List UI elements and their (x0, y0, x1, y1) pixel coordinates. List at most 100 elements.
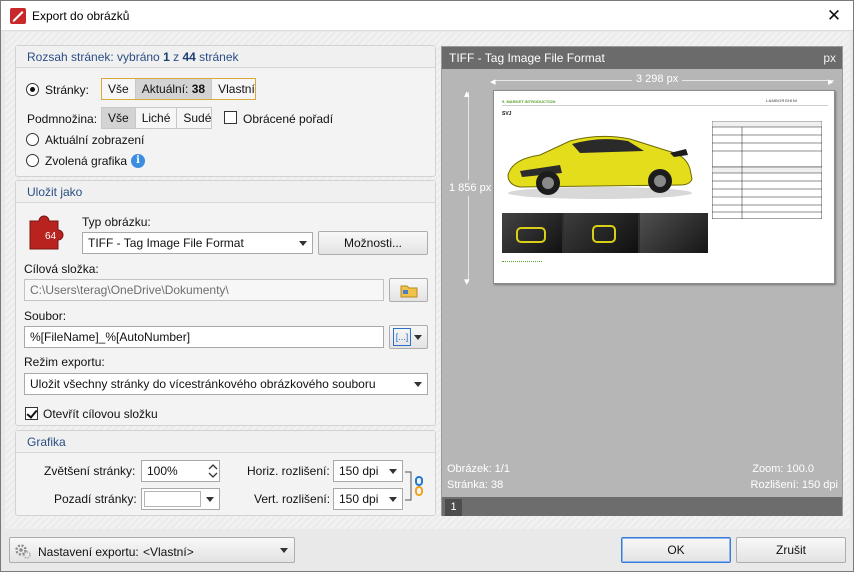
preview-image-count: Obrázek: 1/1 (447, 463, 510, 475)
width-dimension: 3 298 px (632, 73, 683, 85)
vert-resolution-select[interactable]: 150 dpi (333, 488, 403, 510)
chevron-down-icon (280, 548, 288, 553)
image-type-label: Typ obrázku: (82, 215, 151, 229)
thumbnail-brand: LAMBORGHINI (766, 98, 798, 103)
arrow-left-icon: ◂ (490, 76, 496, 88)
page-range-of-word: z (173, 50, 180, 64)
pages-option-current-number: 38 (191, 82, 206, 96)
export-settings-value: <Vlastní> (143, 545, 194, 559)
subset-option-all[interactable]: Vše (102, 108, 136, 128)
export-mode-select[interactable]: Uložit všechny stránky do vícestránkovéh… (24, 373, 428, 395)
graphics-panel: Grafika Zvětšení stránky: 100% Pozadí st… (15, 430, 436, 516)
target-folder-field[interactable]: C:\Users\terag\OneDrive\Dokumenty\ (24, 279, 384, 301)
pages-option-all[interactable]: Vše (102, 79, 136, 99)
file-name-field[interactable]: %[FileName]_%[AutoNumber] (24, 326, 384, 348)
close-icon[interactable]: ✕ (823, 5, 845, 27)
zoom-spinner[interactable] (206, 461, 220, 481)
specs-table (712, 121, 822, 219)
preview-page-tabs: 1 (442, 497, 842, 516)
horiz-resolution-select[interactable]: 150 dpi (333, 460, 403, 482)
pages-segmented-control: Vše Aktuální: 38 Vlastní (101, 78, 256, 100)
zoom-label: Zvětšení stránky: (44, 464, 136, 478)
info-icon[interactable]: i (131, 154, 145, 168)
window-title: Export do obrázků (32, 9, 130, 23)
background-color-select[interactable] (141, 488, 220, 510)
horiz-resolution-label: Horiz. rozlišení: (247, 464, 330, 478)
subset-label: Podmnožina: (27, 112, 98, 126)
export-settings-label: Nastavení exportu: (38, 545, 139, 559)
pages-radio[interactable] (26, 83, 39, 96)
pages-option-current[interactable]: Aktuální: 38 (135, 79, 213, 99)
preview-panel: TIFF - Tag Image File Format px 3 298 px… (441, 46, 843, 516)
page-range-selected-count: 1 (163, 50, 170, 64)
background-label: Pozadí stránky: (54, 492, 137, 506)
preview-unit[interactable]: px (823, 51, 836, 65)
export-images-dialog: Export do obrázků ✕ Rozsah stránek: vybr… (0, 0, 854, 572)
export-settings-select[interactable]: Nastavení exportu: <Vlastní> (9, 537, 295, 563)
dialog-body: Rozsah stránek: vybráno 1 z 44 stránek S… (5, 32, 850, 529)
save-as-panel: Uložit jako 64 Typ obrázku: TIFF - Tag I… (15, 180, 436, 426)
subset-option-odd[interactable]: Liché (136, 108, 178, 128)
chevron-down-icon (389, 497, 397, 502)
open-folder-checkbox[interactable] (25, 407, 38, 420)
image-type-value: TIFF - Tag Image File Format (88, 236, 244, 250)
arrow-up-icon: ▴ (464, 88, 470, 100)
current-view-radio[interactable] (26, 133, 39, 146)
open-folder-label: Otevřít cílovou složku (43, 407, 158, 421)
pages-option-custom[interactable]: Vlastní (212, 79, 261, 99)
preview-page-tab[interactable]: 1 (445, 499, 462, 516)
page-range-total-count: 44 (182, 50, 196, 64)
arrow-right-icon: ▸ (828, 76, 834, 88)
options-button[interactable]: Možnosti... (318, 231, 428, 255)
target-folder-label: Cílová složka: (24, 262, 99, 276)
page-range-panel: Rozsah stránek: vybráno 1 z 44 stránek S… (15, 45, 436, 177)
save-as-heading: Uložit jako (16, 181, 435, 203)
link-resolution-icon[interactable] (404, 469, 430, 503)
image-type-icon-badge: 64 (45, 231, 57, 242)
thumbnail-rule (502, 105, 828, 106)
reverse-order-checkbox[interactable] (224, 111, 237, 124)
file-label: Soubor: (24, 309, 67, 323)
subset-option-even[interactable]: Sudé (177, 108, 217, 128)
folder-icon (400, 285, 417, 298)
preview-header: TIFF - Tag Image File Format px (442, 47, 842, 69)
horiz-resolution-value: 150 dpi (339, 464, 379, 478)
thumbnail-pagination-dots (502, 261, 542, 264)
vert-resolution-label: Vert. rozlišení: (254, 492, 331, 506)
page-range-heading: Rozsah stránek: vybráno 1 z 44 stránek (16, 46, 435, 68)
page-range-pages-word: stránek (199, 50, 239, 64)
app-icon (10, 8, 26, 24)
graphics-heading: Grafika (16, 431, 435, 453)
chevron-down-icon (206, 497, 214, 502)
chevron-down-icon (389, 469, 397, 474)
ok-button[interactable]: OK (621, 537, 731, 563)
macro-icon: [...] (393, 328, 411, 346)
pages-option-current-label: Aktuální: (141, 82, 189, 96)
current-view-label: Aktuální zobrazení (45, 133, 145, 147)
page-range-heading-prefix: Rozsah stránek: vybráno (27, 50, 160, 64)
selected-graphic-label: Zvolená grafika (45, 154, 128, 168)
thumbnail-heading: 5. MARKET INTRODUCTION (502, 99, 556, 104)
pages-label: Stránky: (45, 83, 90, 97)
preview-title: TIFF - Tag Image File Format (449, 51, 605, 65)
preview-page-thumbnail: 5. MARKET INTRODUCTION SVJ LAMBORGHINI (493, 90, 835, 284)
cancel-button[interactable]: Zrušit (736, 537, 846, 563)
insert-macro-button[interactable]: [...] (389, 325, 428, 349)
export-mode-label: Režim exportu: (24, 355, 105, 369)
chevron-down-icon (414, 382, 422, 387)
preview-zoom: Zoom: 100.0 (752, 463, 814, 475)
export-mode-value: Uložit všechny stránky do vícestránkovéh… (30, 377, 376, 391)
title-bar: Export do obrázků ✕ (1, 1, 853, 31)
background-color-swatch (144, 491, 201, 507)
chevron-down-icon (414, 335, 422, 340)
interior-images-strip (502, 213, 708, 253)
preview-page-number: Stránka: 38 (447, 479, 504, 491)
car-image (507, 135, 693, 199)
subset-segmented-control: Vše Liché Sudé (101, 107, 212, 129)
thumbnail-subheading: SVJ (502, 111, 512, 117)
arrow-down-icon: ▾ (464, 276, 470, 288)
vert-resolution-value: 150 dpi (339, 492, 379, 506)
selected-graphic-radio[interactable] (26, 154, 39, 167)
image-type-select[interactable]: TIFF - Tag Image File Format (82, 232, 313, 254)
browse-folder-button[interactable] (389, 278, 428, 302)
